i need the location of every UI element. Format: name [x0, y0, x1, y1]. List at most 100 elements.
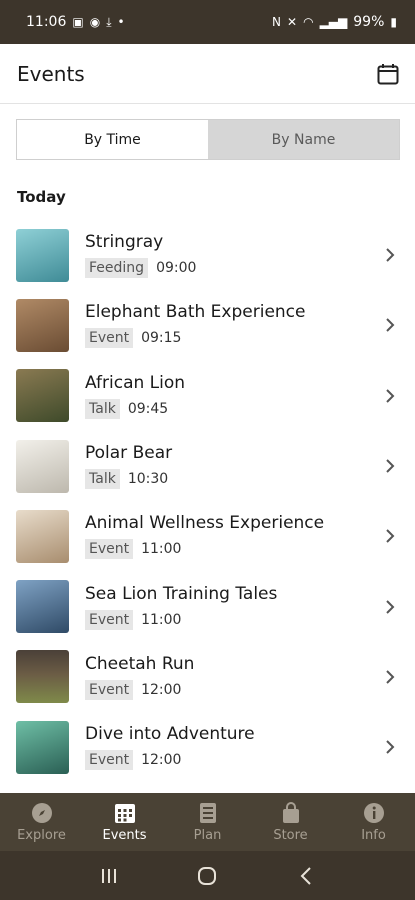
event-thumbnail [16, 509, 69, 563]
event-row[interactable]: Animal Wellness Experience Event 11:00 [0, 501, 415, 571]
nav-events[interactable]: Events [83, 793, 166, 851]
event-meta: Talk 10:30 [85, 469, 381, 490]
recent-apps-button[interactable] [94, 861, 124, 891]
event-thumbnail [16, 580, 69, 634]
event-name: African Lion [85, 372, 186, 393]
nfc-icon: N [272, 15, 282, 29]
event-text: African Lion Talk 09:45 [85, 373, 381, 419]
event-time: 11:00 [141, 541, 182, 558]
event-row[interactable]: Cheetah Run Event 12:00 [0, 642, 415, 712]
event-type-badge: Feeding [85, 258, 149, 279]
chevron-right-icon [381, 387, 399, 405]
event-text: Cheetah Run Event 12:00 [85, 654, 381, 700]
event-type-badge: Event [85, 539, 134, 560]
mute-icon: ✕ [287, 15, 298, 29]
event-row[interactable]: Sea Lion Training Tales Event 11:00 [0, 571, 415, 641]
home-icon [198, 866, 217, 885]
event-text: Elephant Bath Experience Event 09:15 [85, 302, 381, 349]
event-thumbnail [16, 369, 69, 423]
event-thumbnail [16, 439, 69, 493]
gallery-notification-icon: ▣ [72, 15, 84, 29]
event-name: Sea Lion Training Tales [85, 583, 278, 604]
event-time: 12:00 [141, 752, 182, 769]
event-row[interactable]: Elephant Bath Experience Event 09:15 [0, 290, 415, 360]
recent-apps-icon [102, 868, 117, 883]
chevron-right-icon [381, 668, 399, 686]
event-meta: Event 11:00 [85, 539, 381, 560]
status-bar: 11:06 ▣ ◉ ⤓ • N ✕ ◠ ▂▄▆ 99% ▮ [0, 0, 415, 44]
event-name: Polar Bear [85, 443, 173, 464]
event-row[interactable]: African Lion Talk 09:45 [0, 361, 415, 431]
event-text: Polar Bear Talk 10:30 [85, 443, 381, 490]
dot-notification-icon: • [117, 15, 125, 29]
calendar-grid-icon [114, 802, 136, 824]
event-text: Stringray Feeding 09:00 [85, 232, 381, 279]
calendar-button[interactable] [375, 61, 401, 87]
event-type-badge: Event [85, 679, 134, 700]
home-button[interactable] [192, 861, 222, 891]
signal-icon: ▂▄▆ [319, 15, 348, 29]
nav-plan[interactable]: Plan [166, 793, 249, 851]
event-meta: Event 12:00 [85, 750, 381, 771]
chevron-right-icon [381, 316, 399, 334]
info-icon [363, 802, 385, 824]
event-text: Sea Lion Training Tales Event 11:00 [85, 584, 381, 630]
plan-icon [197, 802, 219, 824]
back-button[interactable] [291, 861, 321, 891]
nav-info[interactable]: Info [332, 793, 415, 851]
event-name: Stringray [85, 232, 164, 253]
event-name: Animal Wellness Experience [85, 513, 325, 534]
nav-label: Events [102, 827, 147, 843]
section-title: Today [17, 188, 66, 206]
event-thumbnail [16, 228, 69, 282]
tab-by-name[interactable]: By Name [208, 120, 399, 159]
page-title: Events [17, 61, 85, 86]
sort-toggle: By Time By Name [16, 119, 400, 160]
nav-label: Plan [193, 827, 222, 843]
chevron-right-icon [381, 527, 399, 545]
tab-by-time[interactable]: By Time [17, 120, 208, 159]
event-meta: Feeding 09:00 [85, 258, 381, 279]
event-meta: Event 11:00 [85, 609, 381, 630]
battery-icon: ▮ [390, 15, 397, 29]
event-row[interactable]: Stringray Feeding 09:00 [0, 220, 415, 290]
event-type-badge: Event [85, 750, 134, 771]
nav-label: Info [361, 827, 386, 843]
event-type-badge: Event [85, 609, 134, 630]
event-meta: Event 12:00 [85, 679, 381, 700]
download-notification-icon: ⤓ [106, 15, 112, 29]
battery-percent: 99% [353, 14, 385, 30]
event-text: Animal Wellness Experience Event 11:00 [85, 513, 381, 560]
compass-icon [31, 802, 53, 824]
chevron-right-icon [381, 457, 399, 475]
nav-label: Store [273, 827, 308, 843]
bag-icon [280, 801, 302, 824]
nav-explore[interactable]: Explore [0, 793, 83, 851]
event-type-badge: Talk [85, 469, 120, 490]
event-meta: Talk 09:45 [85, 398, 381, 419]
nav-label: Explore [17, 827, 66, 843]
event-thumbnail [16, 298, 69, 352]
system-nav-bar [0, 851, 415, 900]
bottom-nav: Explore Events Plan Store Info [0, 793, 415, 851]
event-list: Stringray Feeding 09:00 Elephant Bath Ex… [0, 220, 415, 782]
event-row[interactable]: Polar Bear Talk 10:30 [0, 431, 415, 501]
event-row[interactable]: Dive into Adventure Event 12:00 [0, 712, 415, 782]
status-left: 11:06 ▣ ◉ ⤓ • [26, 14, 125, 30]
event-type-badge: Talk [85, 398, 120, 419]
event-name: Dive into Adventure [85, 724, 255, 745]
chevron-right-icon [381, 598, 399, 616]
status-right: N ✕ ◠ ▂▄▆ 99% ▮ [272, 14, 397, 30]
event-meta: Event 09:15 [85, 328, 381, 349]
chevron-right-icon [381, 738, 399, 756]
nav-store[interactable]: Store [249, 793, 332, 851]
status-time: 11:06 [26, 14, 67, 30]
app-header: Events [0, 44, 415, 104]
media-notification-icon: ◉ [89, 15, 101, 29]
wifi-icon: ◠ [303, 15, 314, 29]
event-name: Elephant Bath Experience [85, 302, 306, 323]
event-time: 10:30 [127, 471, 169, 488]
event-thumbnail [16, 720, 69, 774]
chevron-right-icon [381, 246, 399, 264]
event-thumbnail [16, 650, 69, 704]
